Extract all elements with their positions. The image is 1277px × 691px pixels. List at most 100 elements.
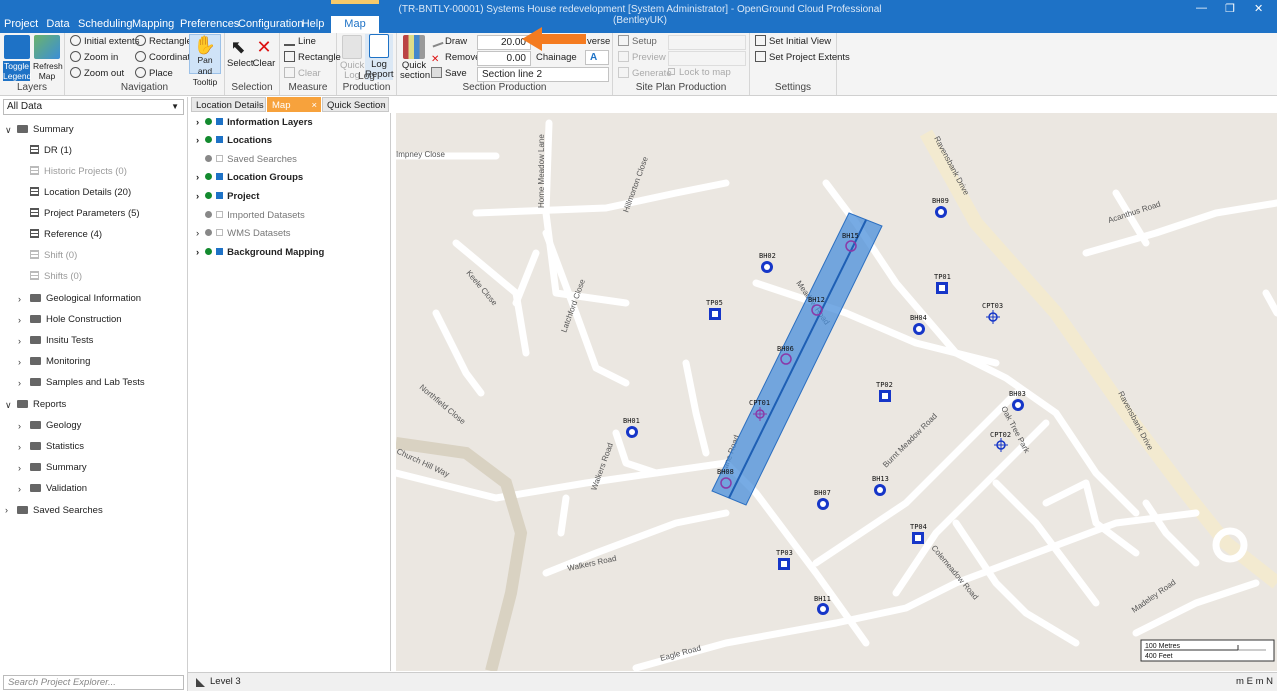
clear-selection-button[interactable]: ✕ Clear [252,35,276,69]
expand-icon[interactable]: › [5,505,8,515]
section-line[interactable] [728,219,867,499]
tab-map[interactable]: Map × [267,97,321,112]
point-tp05[interactable]: TP05 [706,299,723,320]
expand-icon[interactable]: › [18,378,21,388]
menu-project[interactable]: Project [4,16,38,33]
section-offset-input[interactable]: 0.00 [477,51,531,66]
tree-shifts[interactable]: Shifts (0) [30,271,82,283]
tab-quick-section[interactable]: Quick Section × [322,97,389,112]
initial-extents-button[interactable]: Initial extents [70,35,139,49]
tree-reports-summary[interactable]: Summary [30,462,87,474]
layer-locations[interactable]: › Locations [196,135,272,147]
map-canvas[interactable]: Impney Close Home Meadow Lane Hillmorton… [396,113,1277,671]
tree-hole-construction[interactable]: Hole Construction [30,314,122,326]
reverse-button[interactable]: verse [587,35,610,49]
point-bh07[interactable]: BH07 [814,489,831,510]
measure-rectangle-button[interactable]: Rectangle [284,51,341,65]
tab-location-details[interactable]: Location Details × [191,97,266,112]
expand-icon[interactable]: › [18,442,21,452]
point-bh13[interactable]: BH13 [872,475,889,496]
close-tab-icon[interactable]: × [379,98,385,113]
collapse-icon[interactable]: ∨ [5,400,12,411]
checkbox-icon[interactable] [216,173,224,180]
tree-validation[interactable]: Validation [30,483,87,495]
expand-icon[interactable]: › [196,191,199,202]
checkbox-icon[interactable] [216,192,224,199]
point-bh02[interactable]: BH02 [759,252,776,273]
expand-icon[interactable]: › [18,463,21,473]
menu-configuration[interactable]: Configuration [238,16,303,33]
layer-location-groups[interactable]: › Location Groups [196,172,303,184]
close-tab-icon[interactable]: × [256,98,262,113]
minimize-button[interactable]: — [1196,2,1207,14]
menu-data[interactable]: Data [44,16,72,33]
expand-icon[interactable]: › [196,172,199,183]
expand-icon[interactable]: › [18,336,21,346]
zoom-rectangle-button[interactable]: Rectangle [135,35,192,49]
checkbox-icon[interactable] [216,248,224,255]
point-bh04[interactable]: BH04 [910,314,927,335]
close-button[interactable]: ✕ [1254,2,1263,15]
expand-icon[interactable]: › [196,247,199,258]
point-cpt03[interactable]: CPT03 [982,302,1003,324]
explorer-search-input[interactable]: Search Project Explorer... [3,675,184,690]
tree-dr[interactable]: DR (1) [30,145,72,157]
close-tab-icon[interactable]: × [311,98,317,113]
site-plan-dropdown-1[interactable] [668,35,746,50]
setup-button[interactable]: Setup [618,35,657,49]
checkbox-icon[interactable] [216,229,224,236]
expand-icon[interactable]: › [196,135,199,146]
restore-button[interactable]: ❐ [1225,2,1235,15]
place-button[interactable]: Place [135,67,173,81]
zoom-in-button[interactable]: Zoom in [70,51,118,65]
expand-icon[interactable]: › [18,357,21,367]
toggle-legend-button[interactable]: Toggle Legend [3,35,31,81]
menu-map-tools[interactable]: Map Tools [331,16,379,47]
point-cpt02[interactable]: CPT02 [990,431,1011,452]
coordinate-button[interactable]: Coordinate [135,51,195,65]
point-tp01[interactable]: TP01 [934,273,951,294]
lock-to-map-checkbox[interactable]: Lock to map [668,66,731,80]
menu-help[interactable]: Help [300,16,326,33]
menu-scheduling[interactable]: Scheduling [78,16,132,33]
checkbox-icon[interactable] [216,211,224,218]
expand-icon[interactable]: › [196,228,199,239]
save-section-button[interactable]: Save [431,67,467,81]
point-tp02[interactable]: TP02 [876,381,893,402]
menu-preferences[interactable]: Preferences [180,16,239,33]
remove-section-button[interactable]: ✕ Remove [431,51,480,66]
layer-saved-searches[interactable]: ›Saved Searches [196,154,297,166]
tree-project-parameters[interactable]: Project Parameters (5) [30,208,140,220]
tree-samples-lab-tests[interactable]: Samples and Lab Tests [30,377,145,389]
checkbox-icon[interactable] [216,155,224,162]
tree-monitoring[interactable]: Monitoring [30,356,90,368]
tree-geological-information[interactable]: Geological Information [30,293,141,305]
tree-saved-searches[interactable]: Saved Searches [17,505,103,514]
expand-icon[interactable]: › [18,315,21,325]
generate-button[interactable]: Generate [618,67,672,81]
section-name-input[interactable]: Section line 2 [477,67,609,82]
tree-summary[interactable]: Summary [17,124,74,136]
tree-historic-projects[interactable]: Historic Projects (0) [30,166,127,178]
refresh-map-button[interactable]: Refresh Map [33,35,63,81]
layer-information-layers[interactable]: › Information Layers [196,117,313,129]
collapse-icon[interactable]: ∨ [5,125,12,136]
site-plan-dropdown-2[interactable] [668,51,746,66]
expand-icon[interactable]: › [18,484,21,494]
layer-imported-datasets[interactable]: ›Imported Datasets [196,210,305,222]
menu-mapping[interactable]: Mapping [132,16,174,33]
font-color-picker[interactable]: A ▾ [585,50,609,76]
tree-reports[interactable]: Reports [17,399,66,411]
point-bh09[interactable]: BH09 [932,197,949,218]
preview-button[interactable]: Preview [618,51,666,65]
select-button[interactable]: ⬉ Select [227,35,253,69]
measure-line-button[interactable]: Line [284,35,316,49]
point-bh01[interactable]: BH01 [623,417,640,438]
point-tp03[interactable]: TP03 [776,549,793,570]
layer-wms-datasets[interactable]: › WMS Datasets [196,228,291,240]
tree-geology[interactable]: Geology [30,420,81,432]
tree-reference[interactable]: Reference (4) [30,229,102,241]
tree-insitu-tests[interactable]: Insitu Tests [30,335,93,347]
measure-clear-button[interactable]: Clear [284,67,321,81]
expand-icon[interactable]: › [18,294,21,304]
